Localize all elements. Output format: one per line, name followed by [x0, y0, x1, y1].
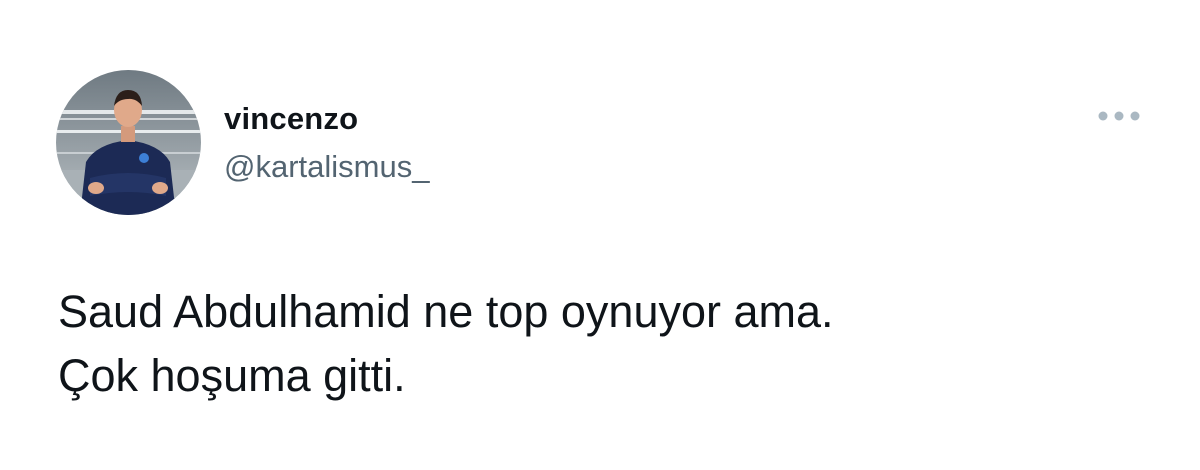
avatar-photo: [56, 70, 201, 215]
author-display-name[interactable]: vincenzo: [224, 101, 358, 137]
tweet-text: Saud Abdulhamid ne top oynuyor ama. Çok …: [58, 280, 1158, 408]
tweet-card: vincenzo @kartalismus_ Saud Abdulhamid n…: [0, 0, 1200, 470]
more-horizontal-icon: [1098, 111, 1140, 121]
tweet-text-line: Çok hoşuma gitti.: [58, 350, 406, 401]
more-options-button[interactable]: [1093, 102, 1145, 130]
author-avatar[interactable]: [56, 70, 201, 215]
tweet-text-line: Saud Abdulhamid ne top oynuyor ama.: [58, 286, 834, 337]
author-handle[interactable]: @kartalismus_: [224, 149, 429, 185]
